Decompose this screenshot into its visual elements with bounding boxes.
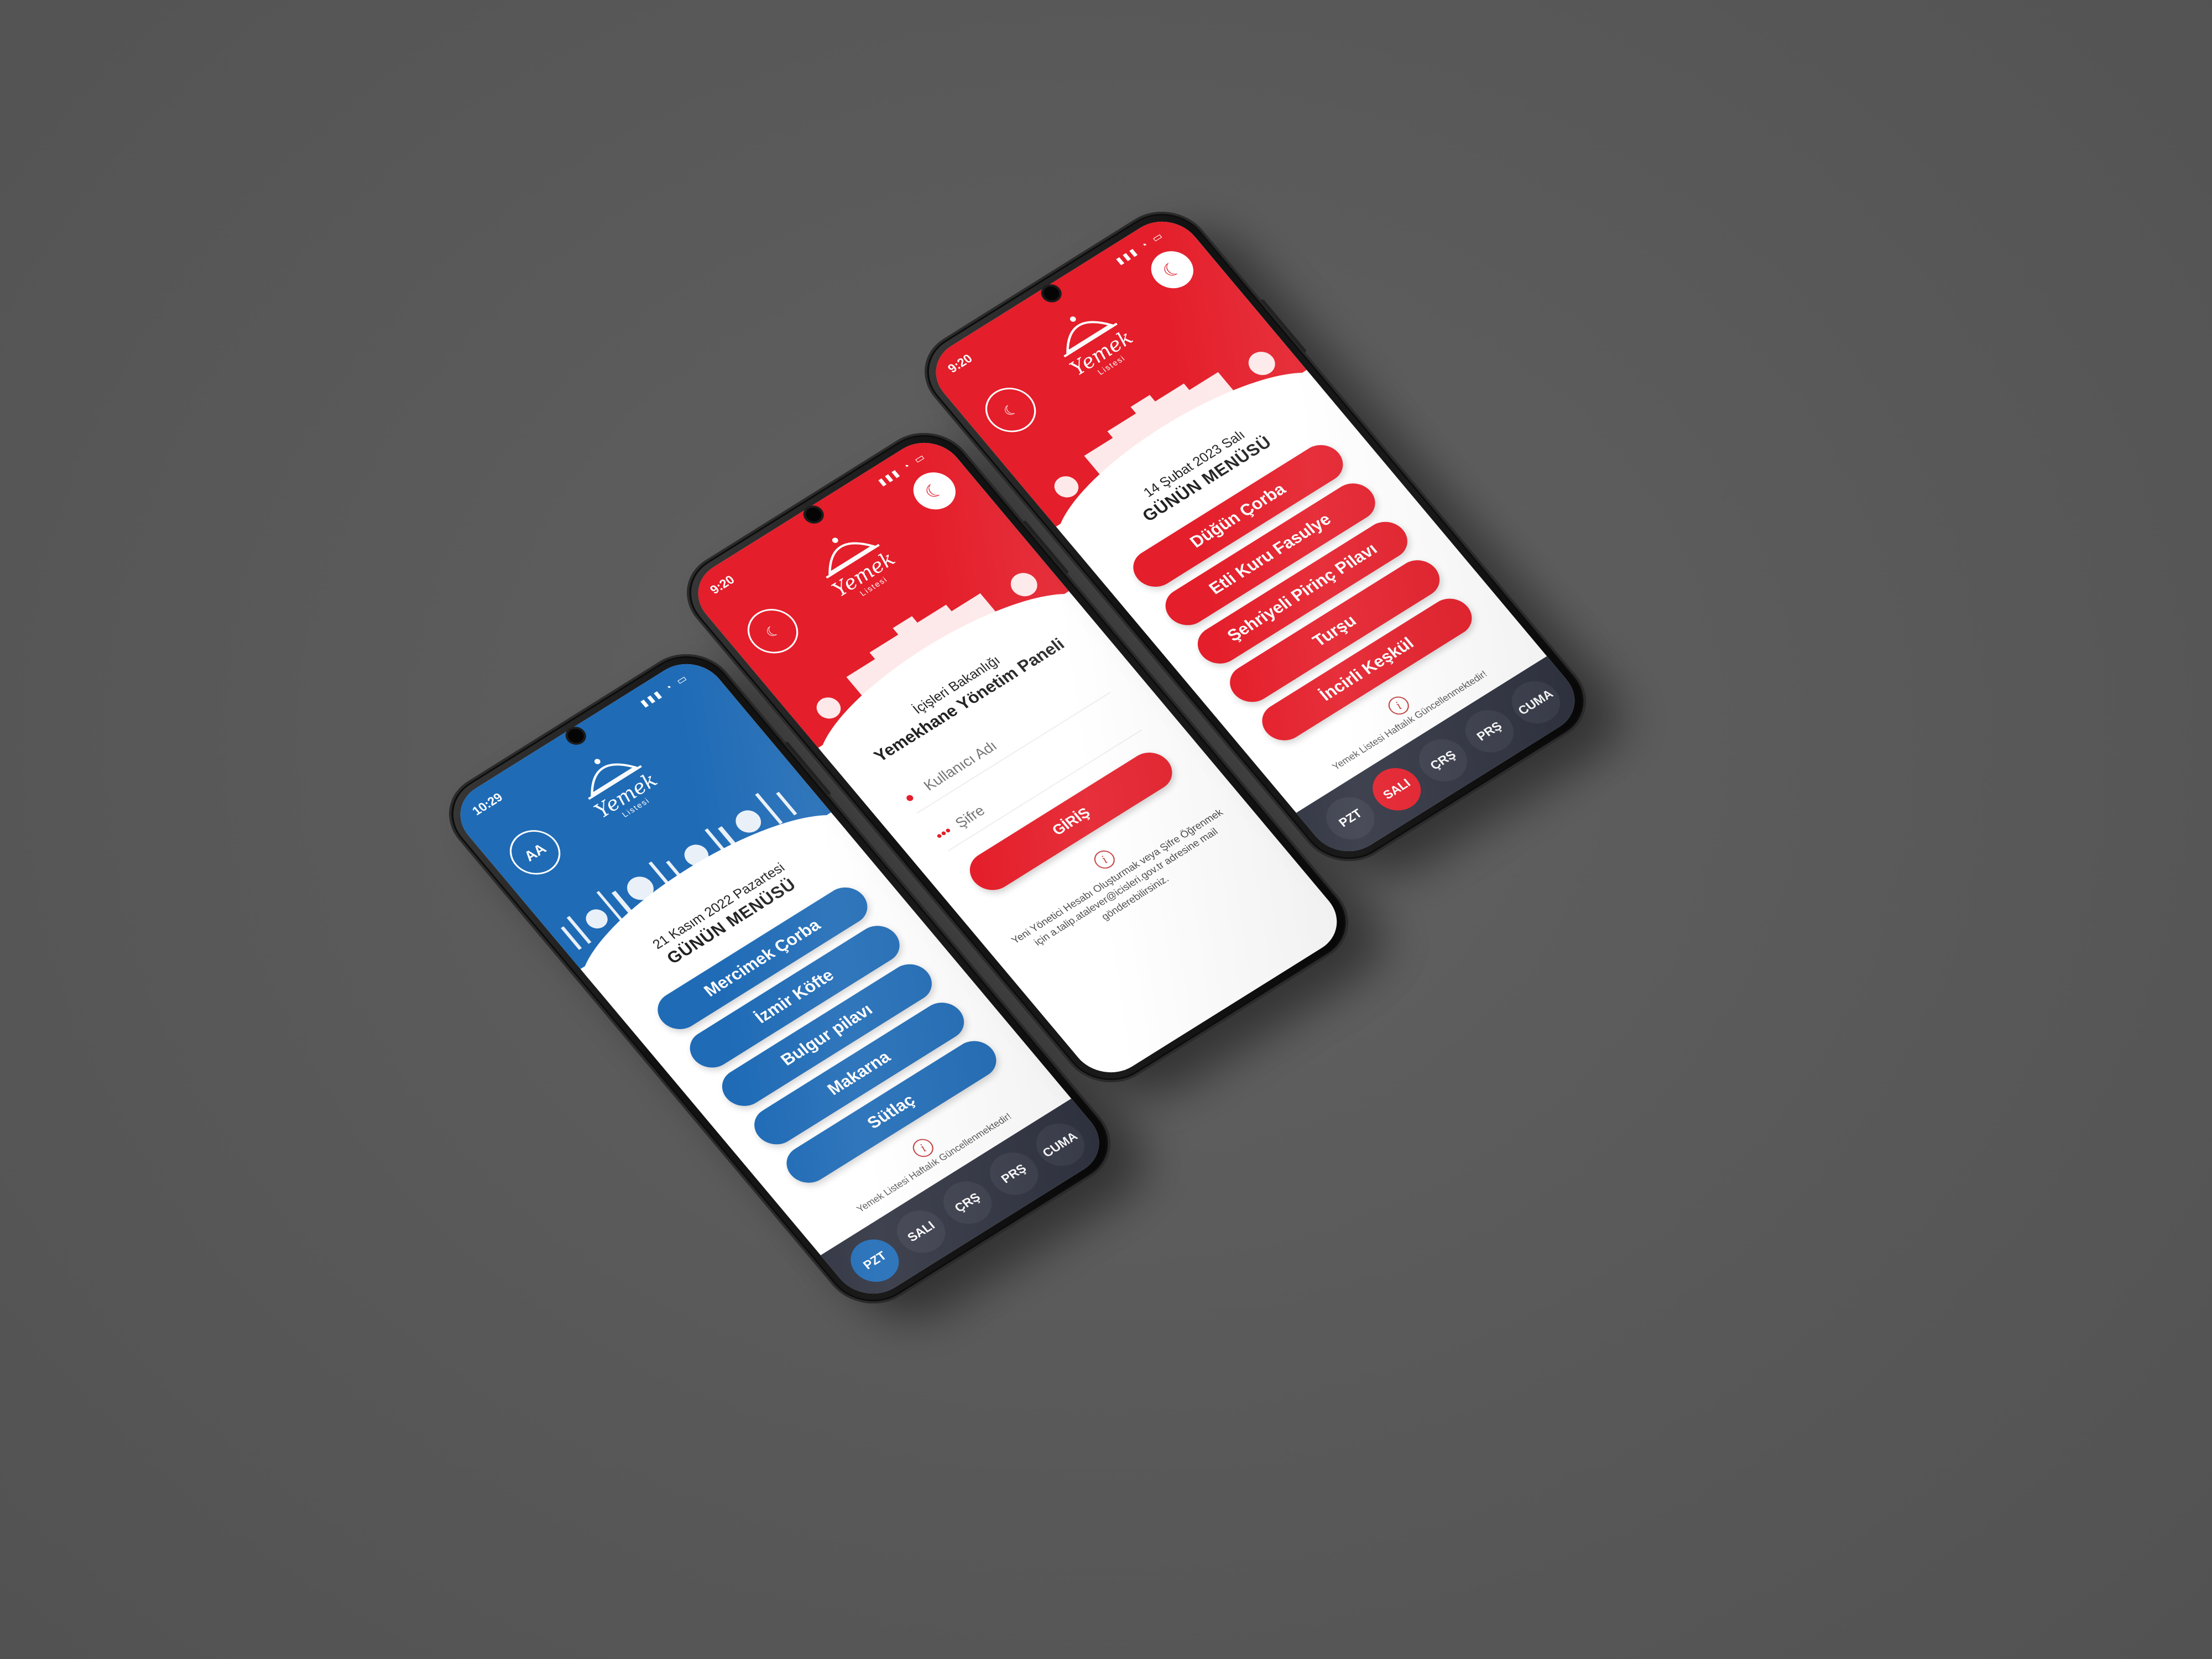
status-time: 10:29 bbox=[469, 790, 505, 818]
day-tab-cuma[interactable]: CUMA bbox=[1502, 672, 1570, 732]
app-logo: Yemek Listesi bbox=[1027, 288, 1163, 404]
day-tab-pzt[interactable]: PZT bbox=[1317, 789, 1385, 848]
day-tab-pzt[interactable]: PZT bbox=[841, 1231, 909, 1290]
day-tab-crs[interactable]: ÇRŞ bbox=[1409, 731, 1477, 790]
day-tab-sali[interactable]: SALI bbox=[1363, 759, 1431, 819]
turkish-flag-icon: ☾ bbox=[1142, 244, 1202, 296]
day-tab-cuma[interactable]: CUMA bbox=[1026, 1115, 1094, 1175]
aa-logo-icon: AA bbox=[499, 821, 571, 884]
mockup-scene: 10:29 ▮▮▮ ◔ ▭ AA Yemek Listesi 21 Kasım … bbox=[0, 0, 2212, 1659]
ministry-seal-icon: ☾ bbox=[975, 379, 1046, 441]
app-logo: Yemek Listesi bbox=[551, 730, 687, 846]
info-icon: i bbox=[1090, 847, 1119, 872]
day-tab-prs[interactable]: PRŞ bbox=[980, 1144, 1048, 1203]
turkish-flag-icon: ☾ bbox=[905, 465, 964, 517]
status-time: 9:20 bbox=[707, 572, 738, 597]
day-tab-prs[interactable]: PRŞ bbox=[1455, 702, 1524, 761]
day-tab-sali[interactable]: SALI bbox=[887, 1202, 955, 1261]
ministry-seal-icon: ☾ bbox=[737, 600, 808, 662]
status-icons: ▮▮▮ ◔ ▭ bbox=[638, 671, 691, 709]
status-time: 9:20 bbox=[945, 351, 975, 375]
app-logo: Yemek Listesi bbox=[789, 509, 925, 625]
day-tab-crs[interactable]: ÇRŞ bbox=[933, 1173, 1001, 1232]
